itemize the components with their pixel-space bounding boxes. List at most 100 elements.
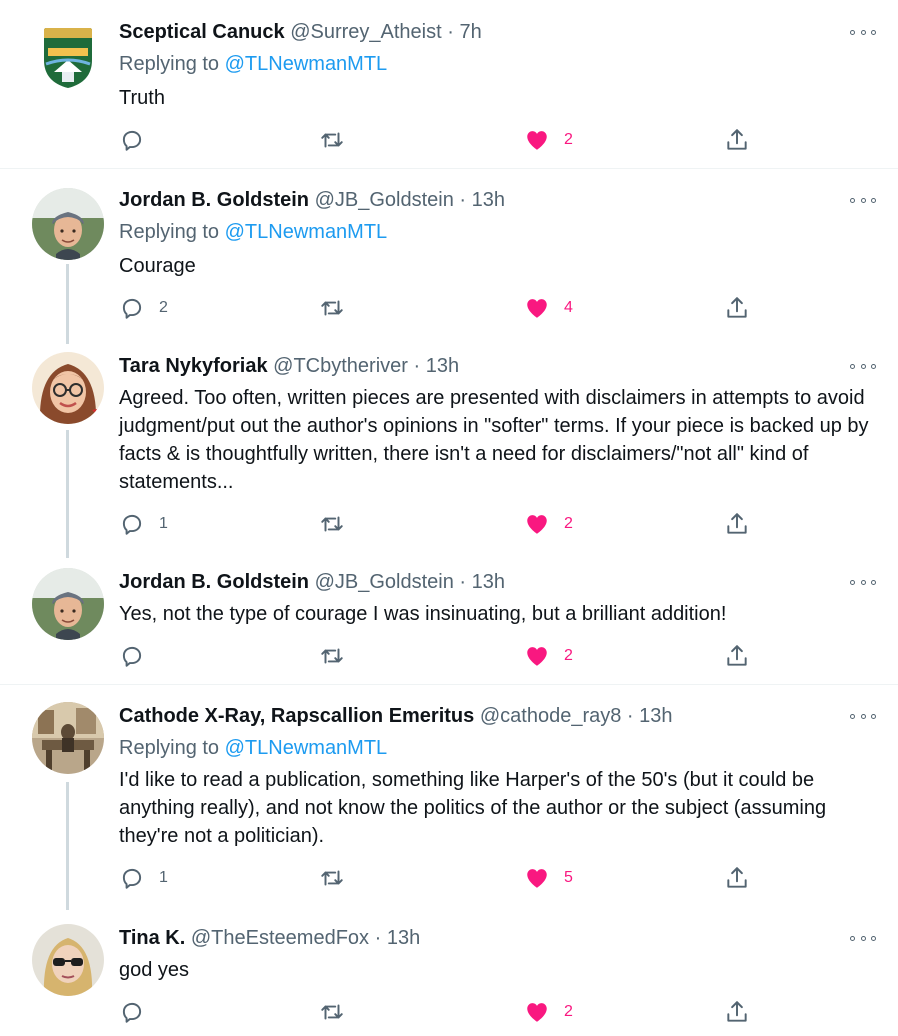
- share-icon: [727, 513, 747, 534]
- timestamp[interactable]: 13h: [472, 571, 505, 593]
- tweet-header: Sceptical Canuck @Surrey_Atheist · 7h: [119, 18, 482, 46]
- like-button[interactable]: 2: [524, 998, 574, 1026]
- reply-button[interactable]: [119, 126, 169, 154]
- action-bar: 2: [119, 998, 759, 1026]
- user-handle[interactable]: @JB_Goldstein: [315, 189, 454, 211]
- retweet-icon: [321, 132, 343, 148]
- replying-to-label: Replying to: [119, 221, 220, 243]
- timestamp[interactable]: 13h: [639, 705, 672, 727]
- share-icon: [727, 645, 747, 666]
- share-button[interactable]: [724, 864, 750, 892]
- reply-icon: [122, 514, 142, 535]
- user-handle[interactable]: @TCbytheriver: [273, 355, 408, 377]
- mention-link[interactable]: @TLNewmanMTL: [225, 53, 388, 75]
- reply-button[interactable]: [119, 998, 169, 1026]
- share-button[interactable]: [724, 510, 750, 538]
- avatar[interactable]: [32, 568, 104, 640]
- like-button[interactable]: 5: [524, 864, 574, 892]
- heart-icon: [527, 1003, 547, 1022]
- share-icon: [727, 1001, 747, 1022]
- reply-thread-feed: Sceptical Canuck @Surrey_Atheist · 7h Re…: [0, 0, 898, 1036]
- tweet[interactable]: Tina K. @TheEsteemedFox · 13h god yes 2: [0, 924, 898, 1034]
- tweet[interactable]: Jordan B. Goldstein @JB_Goldstein · 13h …: [0, 568, 898, 678]
- action-bar: 1 2: [119, 510, 759, 538]
- more-options-icon[interactable]: [850, 575, 876, 589]
- person-glasses-avatar: [32, 352, 104, 424]
- display-name[interactable]: Tara Nykyforiak: [119, 355, 268, 377]
- timestamp[interactable]: 7h: [459, 21, 481, 43]
- action-bar: 2: [119, 642, 759, 670]
- person-sunglasses-avatar: [32, 924, 104, 996]
- more-options-icon[interactable]: [850, 193, 876, 207]
- more-options-icon[interactable]: [850, 25, 876, 39]
- user-handle[interactable]: @JB_Goldstein: [315, 571, 454, 593]
- replying-to: Replying to @TLNewmanMTL: [119, 218, 387, 246]
- separator: ·: [459, 189, 467, 211]
- share-button[interactable]: [724, 126, 750, 154]
- share-button[interactable]: [724, 998, 750, 1026]
- retweet-icon: [321, 300, 343, 316]
- tweet-header: Cathode X-Ray, Rapscallion Emeritus @cat…: [119, 702, 673, 730]
- divider: [0, 168, 898, 169]
- tweet-text: Agreed. Too often, written pieces are pr…: [119, 387, 869, 493]
- separator: ·: [413, 355, 421, 377]
- tweet-text: god yes: [119, 959, 190, 981]
- reply-button[interactable]: 1: [119, 864, 169, 892]
- avatar[interactable]: [32, 20, 104, 92]
- share-button[interactable]: [724, 294, 750, 322]
- reply-count: 1: [159, 515, 168, 532]
- display-name[interactable]: Sceptical Canuck: [119, 21, 285, 43]
- like-button[interactable]: 2: [524, 510, 574, 538]
- user-handle[interactable]: @Surrey_Atheist: [290, 21, 441, 43]
- avatar[interactable]: [32, 924, 104, 996]
- action-bar: 2: [119, 126, 759, 154]
- avatar[interactable]: [32, 352, 104, 424]
- tweet[interactable]: Jordan B. Goldstein @JB_Goldstein · 13h …: [0, 186, 898, 336]
- retweet-button[interactable]: [319, 642, 369, 670]
- like-button[interactable]: 2: [524, 126, 574, 154]
- more-options-icon[interactable]: [850, 709, 876, 723]
- like-count: 2: [564, 1003, 573, 1020]
- user-handle[interactable]: @TheEsteemedFox: [191, 927, 369, 949]
- timestamp[interactable]: 13h: [426, 355, 459, 377]
- mention-link[interactable]: @TLNewmanMTL: [225, 221, 388, 243]
- user-handle[interactable]: @cathode_ray8: [480, 705, 622, 727]
- timestamp[interactable]: 13h: [387, 927, 420, 949]
- replying-to: Replying to @TLNewmanMTL: [119, 50, 387, 78]
- retweet-button[interactable]: [319, 998, 369, 1026]
- tweet[interactable]: Sceptical Canuck @Surrey_Atheist · 7h Re…: [0, 18, 898, 168]
- replying-to-label: Replying to: [119, 53, 220, 75]
- tweet-text: Truth: [119, 87, 165, 109]
- like-button[interactable]: 2: [524, 642, 574, 670]
- tweet-text: I'd like to read a publication, somethin…: [119, 769, 827, 847]
- like-count: 2: [564, 131, 573, 148]
- more-options-icon[interactable]: [850, 359, 876, 373]
- share-button[interactable]: [724, 642, 750, 670]
- tweet[interactable]: Tara Nykyforiak @TCbytheriver · 13h Agre…: [0, 352, 898, 542]
- display-name[interactable]: Tina K.: [119, 927, 185, 949]
- retweet-button[interactable]: [319, 864, 369, 892]
- reply-button[interactable]: 1: [119, 510, 169, 538]
- retweet-button[interactable]: [319, 294, 369, 322]
- avatar[interactable]: [32, 702, 104, 774]
- share-icon: [727, 867, 747, 888]
- more-options-icon[interactable]: [850, 931, 876, 945]
- retweet-button[interactable]: [319, 510, 369, 538]
- reply-button[interactable]: [119, 642, 169, 670]
- like-button[interactable]: 4: [524, 294, 574, 322]
- share-icon: [727, 129, 747, 150]
- retweet-button[interactable]: [319, 126, 369, 154]
- action-bar: 1 5: [119, 864, 759, 892]
- display-name[interactable]: Jordan B. Goldstein: [119, 571, 309, 593]
- timestamp[interactable]: 13h: [472, 189, 505, 211]
- avatar[interactable]: [32, 188, 104, 260]
- mention-link[interactable]: @TLNewmanMTL: [225, 737, 388, 759]
- tweet-header: Jordan B. Goldstein @JB_Goldstein · 13h: [119, 568, 505, 596]
- reply-count: 1: [159, 869, 168, 886]
- display-name[interactable]: Cathode X-Ray, Rapscallion Emeritus: [119, 705, 474, 727]
- retweet-icon: [321, 870, 343, 886]
- tweet[interactable]: Cathode X-Ray, Rapscallion Emeritus @cat…: [0, 702, 898, 892]
- reply-button[interactable]: 2: [119, 294, 169, 322]
- display-name[interactable]: Jordan B. Goldstein: [119, 189, 309, 211]
- like-count: 4: [564, 299, 573, 316]
